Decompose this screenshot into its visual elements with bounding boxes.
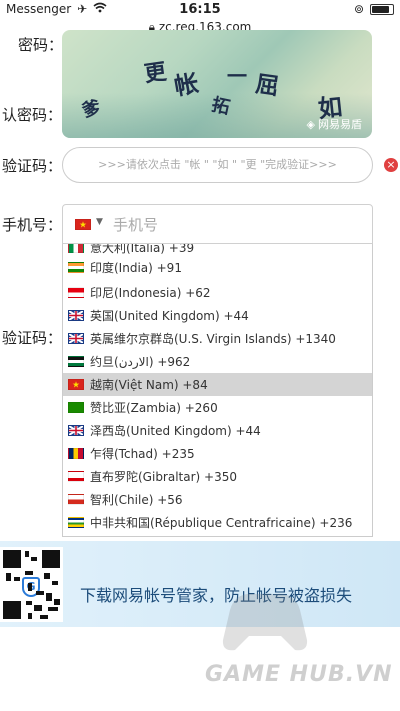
captcha-prompt[interactable]: >>>请依次点击 "帐 " "如 " "更 "完成验证>>>	[62, 147, 373, 183]
country-option[interactable]: 乍得(Tchad) +235	[63, 442, 372, 465]
indonesia-flag-icon	[68, 287, 84, 298]
country-option-label: 智利(Chile) +56	[90, 493, 183, 507]
country-option[interactable]: 直布罗陀(Gibraltar) +350	[63, 465, 372, 488]
country-dropdown[interactable]: 意大利(Italia) +39 印度(India) +91 印尼(Indonesia…	[62, 244, 373, 537]
chile-flag-icon	[68, 494, 84, 505]
country-option[interactable]: 泽西岛(United Kingdom) +44	[63, 419, 372, 442]
chad-flag-icon	[68, 448, 84, 459]
country-option-label: 印度(India) +91	[90, 261, 182, 275]
country-option-label: 意大利(Italia) +39	[90, 244, 195, 255]
gamepad-watermark-icon	[222, 593, 308, 651]
country-option-label: 乍得(Tchad) +235	[90, 447, 195, 461]
sms-code-label: 验证码：	[2, 329, 63, 347]
italy-flag-icon	[68, 244, 84, 253]
battery-icon	[370, 3, 394, 15]
captcha-brand: ◈ 网易易盾	[306, 117, 362, 132]
vietnam-flag-icon	[68, 379, 84, 390]
jordan-flag-icon	[68, 356, 84, 367]
country-option[interactable]: 印度(India) +91	[63, 256, 372, 279]
captcha-char[interactable]: 更	[142, 54, 168, 89]
country-option[interactable]: 印尼(Indonesia) +62	[63, 281, 372, 304]
country-option-label: 中非共和国(République Centrafricaine) +236	[90, 516, 353, 530]
country-option-label: 直布罗陀(Gibraltar) +350	[90, 470, 238, 484]
country-option[interactable]: 英国(United Kingdom) +44	[63, 304, 372, 327]
country-option[interactable]: 英属维尔京群岛(U.S. Virgin Islands) +1340	[63, 327, 372, 350]
country-option-label: 英属维尔京群岛(U.S. Virgin Islands) +1340	[90, 332, 336, 346]
zambia-flag-icon	[68, 402, 84, 413]
india-flag-icon	[68, 262, 84, 273]
country-option-label: 越南(Việt Nam) +84	[90, 378, 208, 392]
bvi-flag-icon	[68, 333, 84, 344]
captcha-char[interactable]: 屈	[254, 65, 282, 102]
chevron-down-icon[interactable]: ▼	[96, 217, 103, 227]
country-option-label: 赞比亚(Zambia) +260	[90, 401, 218, 415]
uk-flag-icon	[68, 310, 84, 321]
country-option[interactable]: 越南(Việt Nam) +84	[63, 373, 372, 396]
country-option-label: 约旦(الاردن) +962	[90, 355, 191, 369]
qr-code: G	[0, 547, 63, 622]
phone-placeholder: 手机号	[113, 216, 159, 234]
phone-input[interactable]: ▼ 手机号	[62, 204, 373, 244]
clock: 16:15	[179, 2, 221, 17]
uk-flag-icon	[68, 425, 84, 436]
rotation-lock-icon: ⊚	[353, 2, 364, 16]
gibraltar-flag-icon	[68, 471, 84, 482]
yidun-logo-icon: ◈	[306, 117, 315, 131]
captcha-char[interactable]: 一	[227, 60, 247, 89]
car-flag-icon	[68, 517, 84, 528]
phone-label: 手机号：	[2, 216, 63, 234]
country-option-label: 泽西岛(United Kingdom) +44	[90, 424, 261, 438]
country-option[interactable]: 约旦(الاردن) +962	[63, 350, 372, 373]
country-option[interactable]: 智利(Chile) +56	[63, 488, 372, 511]
watermark-text: GAME HUB.VN	[205, 662, 393, 687]
captcha-label: 验证码：	[2, 157, 63, 175]
captcha-image[interactable]: 更 帐 一 屈 爹 拓 如 ◈ 网易易盾	[62, 30, 372, 138]
password-label: 密码：	[18, 36, 64, 54]
confirm-password-label: 认密码：	[2, 106, 63, 124]
clear-icon[interactable]: ×	[384, 158, 398, 172]
country-option[interactable]: 赞比亚(Zambia) +260	[63, 396, 372, 419]
captcha-char[interactable]: 帐	[171, 63, 201, 102]
status-bar: Messenger ✈ 16:15 ⊚	[0, 0, 400, 20]
country-option-label: 英国(United Kingdom) +44	[90, 309, 249, 323]
country-option[interactable]: 中非共和国(République Centrafricaine) +236	[63, 511, 372, 534]
country-option-label: 印尼(Indonesia) +62	[90, 286, 211, 300]
vietnam-flag-icon[interactable]	[75, 219, 91, 230]
